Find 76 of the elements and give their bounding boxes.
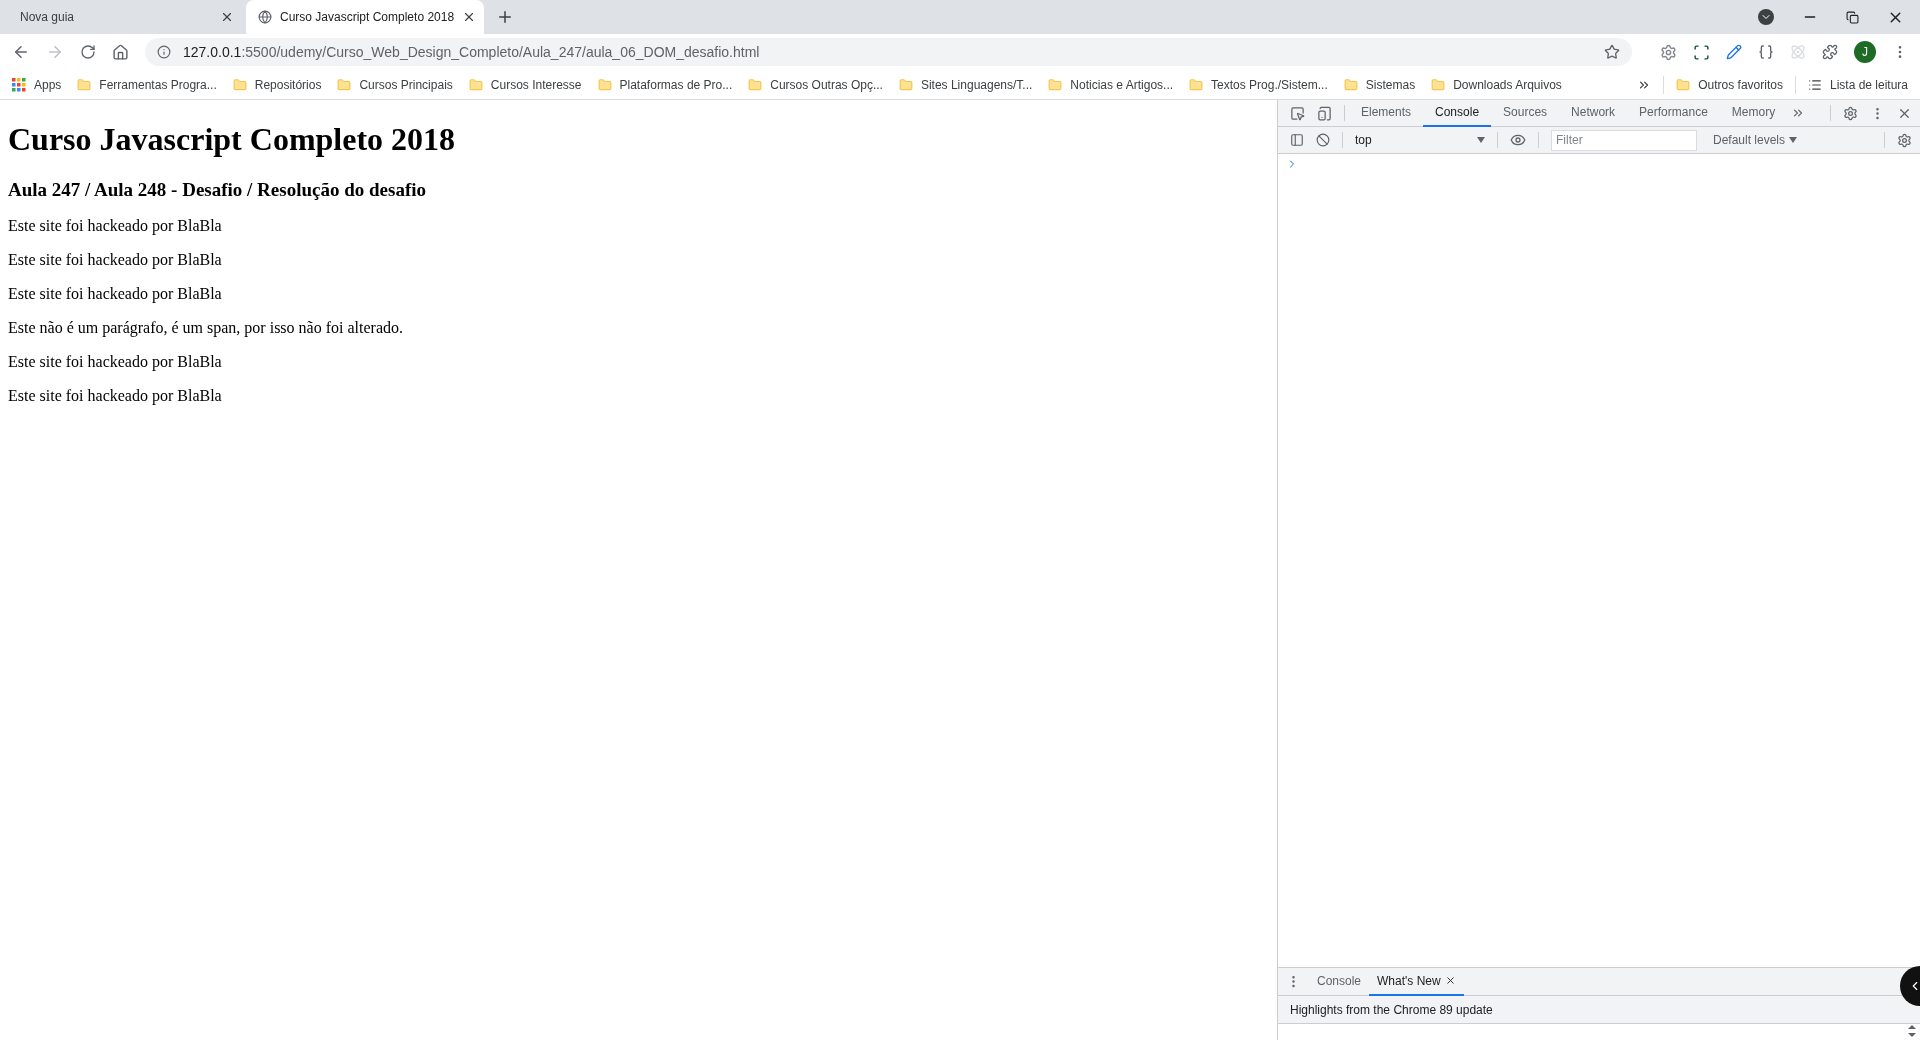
- devtools-tab[interactable]: Sources: [1491, 99, 1560, 127]
- folder-icon: [1048, 77, 1063, 92]
- apps-bookmark[interactable]: Apps: [12, 75, 62, 94]
- star-icon[interactable]: [1604, 44, 1620, 60]
- folder-icon: [1343, 77, 1358, 92]
- reload-icon[interactable]: [80, 44, 96, 60]
- bookmark-folder[interactable]: Outros favoritos: [1676, 75, 1783, 94]
- browser-tab[interactable]: Nova guia: [8, 0, 246, 34]
- drawer-tab[interactable]: Console: [1309, 967, 1370, 996]
- bookmark-folder[interactable]: Plataformas de Pro...: [597, 75, 733, 94]
- braces-icon[interactable]: [1758, 44, 1774, 60]
- inspect-icon[interactable]: [1290, 105, 1305, 121]
- levels-dropdown[interactable]: Default levels: [1713, 131, 1798, 149]
- back-icon[interactable]: [12, 43, 30, 61]
- eye-icon[interactable]: [1510, 132, 1526, 148]
- list-icon: [1807, 77, 1822, 92]
- new-tab-icon[interactable]: [496, 8, 514, 26]
- folder-icon: [748, 77, 763, 92]
- folder-icon: [77, 77, 92, 92]
- highlights-text: Highlights from the Chrome 89 update: [1290, 1001, 1493, 1019]
- folder-icon: [468, 77, 483, 92]
- folder-icon: [1676, 77, 1691, 92]
- sidebar-icon[interactable]: [1290, 133, 1304, 147]
- page-paragraph: Este site foi hackeado por BlaBla: [8, 387, 223, 405]
- page-heading: Curso Javascript Completo 2018: [8, 121, 457, 158]
- restore-icon[interactable]: [1846, 10, 1859, 24]
- page-paragraph: Este site foi hackeado por BlaBla: [8, 217, 223, 235]
- info-icon[interactable]: [157, 45, 171, 59]
- globe-icon: [258, 10, 272, 24]
- settings-icon[interactable]: [1843, 105, 1858, 121]
- bookmark-folder[interactable]: Cursos Principais: [337, 75, 453, 94]
- address-field[interactable]: 127.0.0.1:5500/udemy/Curso_Web_Design_Completo/Aula_247/aula_06_DOM_desafio.html: [145, 38, 1632, 66]
- close-tab-icon[interactable]: [220, 10, 234, 24]
- page-paragraph: Este não é um parágrafo, é um span, por isso não foi alterado.: [8, 319, 404, 337]
- page-paragraph: Este site foi hackeado por BlaBla: [8, 353, 223, 371]
- bookmark-folder[interactable]: Downloads Arquivos: [1431, 75, 1562, 94]
- folder-icon: [898, 77, 913, 92]
- close-tab-icon[interactable]: [1444, 975, 1456, 986]
- filter-field[interactable]: Filter: [1551, 129, 1697, 151]
- pen-icon[interactable]: [1726, 44, 1742, 60]
- bookmark-folder[interactable]: Textos Prog./Sistem...: [1189, 75, 1328, 94]
- page-paragraph: Este site foi hackeado por BlaBla: [8, 285, 223, 303]
- dropdown-triangle-icon: [1789, 137, 1798, 143]
- reading-list-button[interactable]: Lista de leitura: [1807, 75, 1908, 94]
- bookmark-folder[interactable]: Sites Linguagens/T...: [898, 75, 1033, 94]
- devtools-tab[interactable]: Performance: [1627, 99, 1720, 127]
- tab-search-button[interactable]: [1758, 9, 1774, 25]
- browser-tab[interactable]: Curso Javascript Completo 2018: [246, 0, 484, 34]
- gear-icon[interactable]: [1660, 43, 1677, 61]
- puzzle-icon[interactable]: [1822, 44, 1838, 60]
- frame-icon[interactable]: [1693, 43, 1710, 61]
- folder-icon: [1431, 77, 1446, 92]
- devtools-tab[interactable]: Network: [1559, 99, 1628, 127]
- bookmark-folder[interactable]: Noticias e Artigos...: [1048, 75, 1174, 94]
- context-dropdown[interactable]: top: [1355, 131, 1485, 149]
- folder-icon: [337, 77, 352, 92]
- profile-avatar[interactable]: J: [1854, 41, 1876, 63]
- home-icon[interactable]: [112, 43, 129, 61]
- devtools-tab[interactable]: Elements: [1349, 99, 1424, 127]
- devtools-tab[interactable]: Memory: [1719, 99, 1788, 127]
- bookmark-folder[interactable]: Repositórios: [232, 75, 322, 94]
- page-subheading: Aula 247 / Aula 248 - Desafio / Resolução do desafio: [8, 179, 428, 201]
- folder-icon: [232, 77, 247, 92]
- dropdown-triangle-icon: [1477, 137, 1485, 143]
- bookmark-folder[interactable]: Sistemas: [1343, 75, 1416, 94]
- clear-console-icon[interactable]: [1316, 133, 1330, 147]
- folder-icon: [597, 77, 612, 92]
- apps-grid-icon: [12, 77, 26, 92]
- bookmark-folder[interactable]: Cursos Outras Opç...: [748, 75, 883, 94]
- bookmark-folder[interactable]: Cursos Interesse: [468, 75, 582, 94]
- console-settings-icon[interactable]: [1897, 132, 1912, 148]
- folder-icon: [1189, 77, 1204, 92]
- scroll-arrows-icon: [1908, 1024, 1916, 1040]
- page-paragraph: Este site foi hackeado por BlaBla: [8, 251, 223, 269]
- bookmark-folder[interactable]: Ferramentas Progra...: [77, 75, 217, 94]
- device-toolbar-icon[interactable]: [1317, 105, 1332, 121]
